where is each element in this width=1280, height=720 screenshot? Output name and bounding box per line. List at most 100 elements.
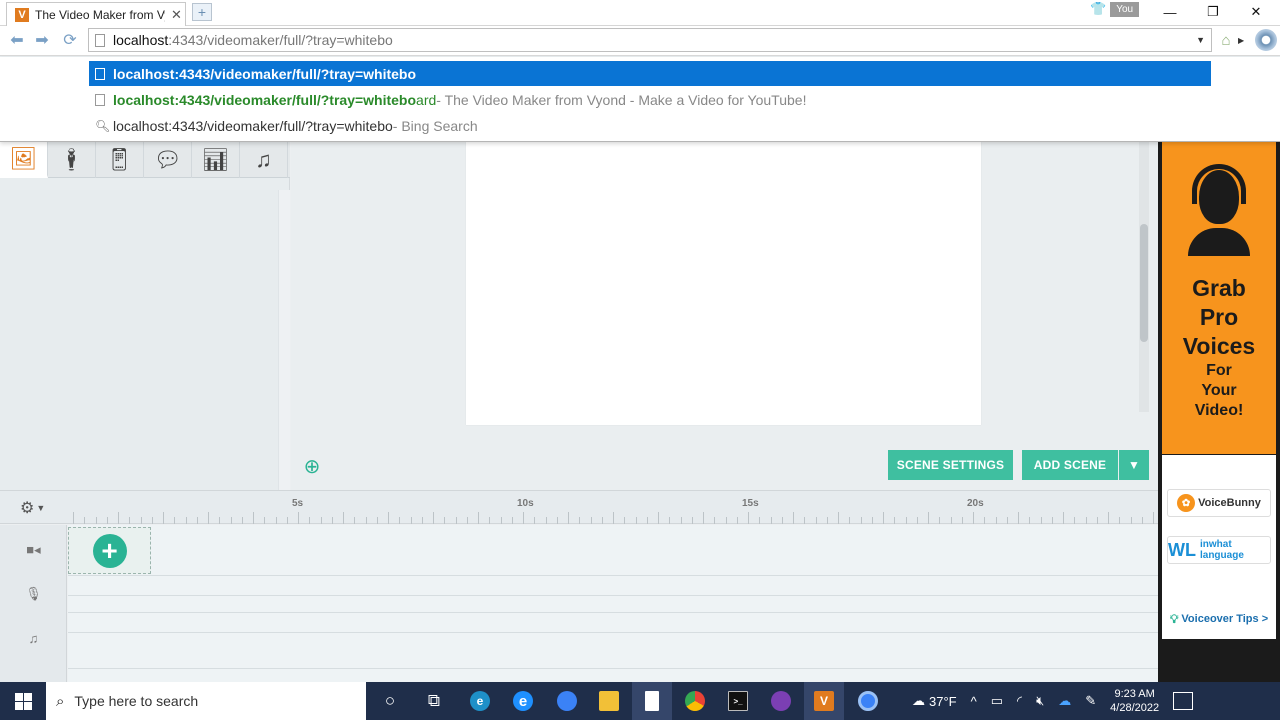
minimize-button[interactable]: — (1150, 2, 1190, 22)
ruler-tick (185, 517, 187, 524)
restore-button[interactable]: ❐ (1193, 2, 1233, 22)
add-scene-slot[interactable]: + (68, 527, 151, 574)
microphone-icon: 🎙︎ (25, 586, 42, 601)
add-scene-button[interactable]: ADD SCENE (1022, 450, 1118, 480)
suggestion-item[interactable]: localhost:4343/videomaker/full/?tray=whi… (89, 87, 1211, 112)
reload-icon[interactable]: ⟳ (59, 29, 81, 51)
more-arrow-icon[interactable]: ▶ (1238, 30, 1248, 50)
terminal-icon[interactable]: >_ (718, 682, 758, 720)
ruler-tick (613, 512, 614, 524)
vyond-app-icon[interactable]: V (804, 682, 844, 720)
ruler-tick (961, 517, 963, 524)
pen-icon[interactable]: ✎ (1085, 693, 1096, 709)
ruler-tick (253, 512, 254, 524)
dropdown-caret-icon[interactable]: ▼ (1196, 35, 1205, 45)
edge-new-icon[interactable]: e (460, 682, 500, 720)
ruler-tick (714, 517, 716, 524)
task-view-icon[interactable]: ⧉ (414, 682, 454, 720)
chart-icon[interactable]: 📊︎ (192, 142, 240, 178)
ad-text-for: For (1206, 362, 1232, 379)
zoom-in-icon[interactable]: ⊕ (300, 454, 324, 478)
ruler-ticks (68, 512, 1158, 524)
chrome-blue-icon[interactable] (547, 682, 587, 720)
voiceover-tips-link[interactable]: 💡︎ Voiceover Tips > (1170, 610, 1274, 628)
track-divider (68, 612, 1158, 613)
ruler-tick (928, 512, 929, 524)
ruler-tick (635, 517, 637, 524)
ruler-tick (1029, 517, 1031, 524)
ad-text-video: Video! (1194, 402, 1244, 419)
voicebunny-text: VoiceBunny (1198, 497, 1261, 509)
chevron-up-icon[interactable]: ^ (971, 694, 977, 709)
github-icon[interactable] (761, 682, 801, 720)
cortana-icon[interactable]: ○ (370, 682, 410, 720)
chrome-icon[interactable] (675, 682, 715, 720)
ruler-tick (973, 512, 974, 524)
ruler-tick (871, 517, 873, 524)
browser-menu-icon[interactable] (1255, 29, 1277, 51)
ruler-tick (118, 512, 119, 524)
character-icon[interactable]: 🕴︎ (48, 142, 96, 178)
asset-scrollbar[interactable] (278, 190, 290, 490)
add-scene-dropdown-icon[interactable]: ▼ (1119, 450, 1149, 480)
ruler-tick (500, 517, 502, 524)
voicebunny-logo[interactable]: ✿ VoiceBunny (1167, 489, 1271, 517)
ruler-tick (489, 517, 491, 524)
forward-arrow-icon[interactable]: ➡ (31, 29, 53, 51)
back-arrow-icon[interactable]: ⬅ (6, 29, 28, 51)
battery-icon[interactable]: ▭ (991, 693, 1003, 709)
asset-category-bar: 🖼︎ 🕴︎ 📱︎ 💬︎ 📊︎ ♫ (0, 142, 290, 178)
stage-scroll-thumb[interactable] (1140, 224, 1148, 342)
wifi-icon[interactable]: ◜ (1017, 693, 1022, 709)
ruler-tick (286, 517, 288, 524)
file-explorer-icon[interactable] (589, 682, 629, 720)
home-icon[interactable]: ⌂ (1216, 30, 1236, 50)
ruler-tick (354, 517, 356, 524)
image-icon[interactable]: 🖼︎ (0, 142, 48, 178)
ruler-tick (1040, 517, 1042, 524)
chrome-alt-icon[interactable] (848, 682, 888, 720)
timeline-tracks[interactable] (68, 525, 1158, 682)
clock[interactable]: 9:23 AM 4/28/2022 (1110, 687, 1159, 715)
volume-muted-icon[interactable]: 🔇︎ (1036, 693, 1044, 709)
track-divider (68, 575, 1158, 576)
taskbar-search[interactable]: ⌕ Type here to search (46, 682, 366, 720)
inwhatlanguage-logo[interactable]: WL inwhat language (1167, 536, 1271, 564)
vyond-favicon-icon: V (15, 7, 29, 22)
close-tab-icon[interactable]: ✕ (171, 7, 182, 23)
profile-area[interactable]: 👕 You (1090, 0, 1144, 18)
ruler-tick (196, 517, 198, 524)
notifications-icon[interactable] (1173, 692, 1194, 710)
suggestion-item[interactable]: 🔍︎ localhost:4343/videomaker/full/?tray=… (89, 113, 1211, 138)
text-bubble-icon[interactable]: 💬︎ (144, 142, 192, 178)
tick-label: 15s (742, 498, 759, 509)
timeline-ruler[interactable]: 5s 10s 15s 20s (68, 498, 1158, 524)
document-app-icon[interactable] (632, 682, 672, 720)
browser-tab[interactable]: V The Video Maker from Vy ✕ (6, 2, 186, 26)
ruler-tick (950, 517, 952, 524)
weather-widget[interactable]: ☁ 37°F (912, 693, 957, 709)
ruler-tick (444, 517, 446, 524)
internet-explorer-icon[interactable]: e (503, 682, 543, 720)
close-window-button[interactable]: ✕ (1236, 2, 1276, 22)
onedrive-icon[interactable]: ☁ (1058, 693, 1071, 709)
timeline-settings-gear-icon[interactable]: ⚙ ▼ (20, 498, 50, 518)
ruler-tick (860, 517, 862, 524)
clock-time: 9:23 AM (1114, 688, 1155, 700)
suggestion-item[interactable]: localhost:4343/videomaker/full/?tray=whi… (89, 61, 1211, 86)
music-icon[interactable]: ♫ (240, 142, 288, 178)
scene-canvas[interactable] (466, 142, 981, 425)
ruler-tick (106, 517, 108, 524)
ruler-tick (388, 512, 389, 524)
scene-settings-button[interactable]: SCENE SETTINGS (888, 450, 1013, 480)
profile-label: You (1110, 1, 1140, 17)
add-plus-icon[interactable]: + (92, 533, 127, 568)
prop-phone-icon[interactable]: 📱︎ (96, 142, 144, 178)
clock-date: 4/28/2022 (1110, 702, 1160, 714)
ad-banner[interactable]: Grab Pro Voices For Your Video! (1162, 142, 1276, 454)
ruler-tick (95, 517, 97, 524)
new-tab-button[interactable]: + (192, 3, 212, 21)
address-bar[interactable]: localhost :4343/videomaker/full/?tray=wh… (88, 28, 1212, 52)
ad-text-your: Your (1201, 382, 1237, 399)
windows-start-icon[interactable] (0, 682, 46, 720)
